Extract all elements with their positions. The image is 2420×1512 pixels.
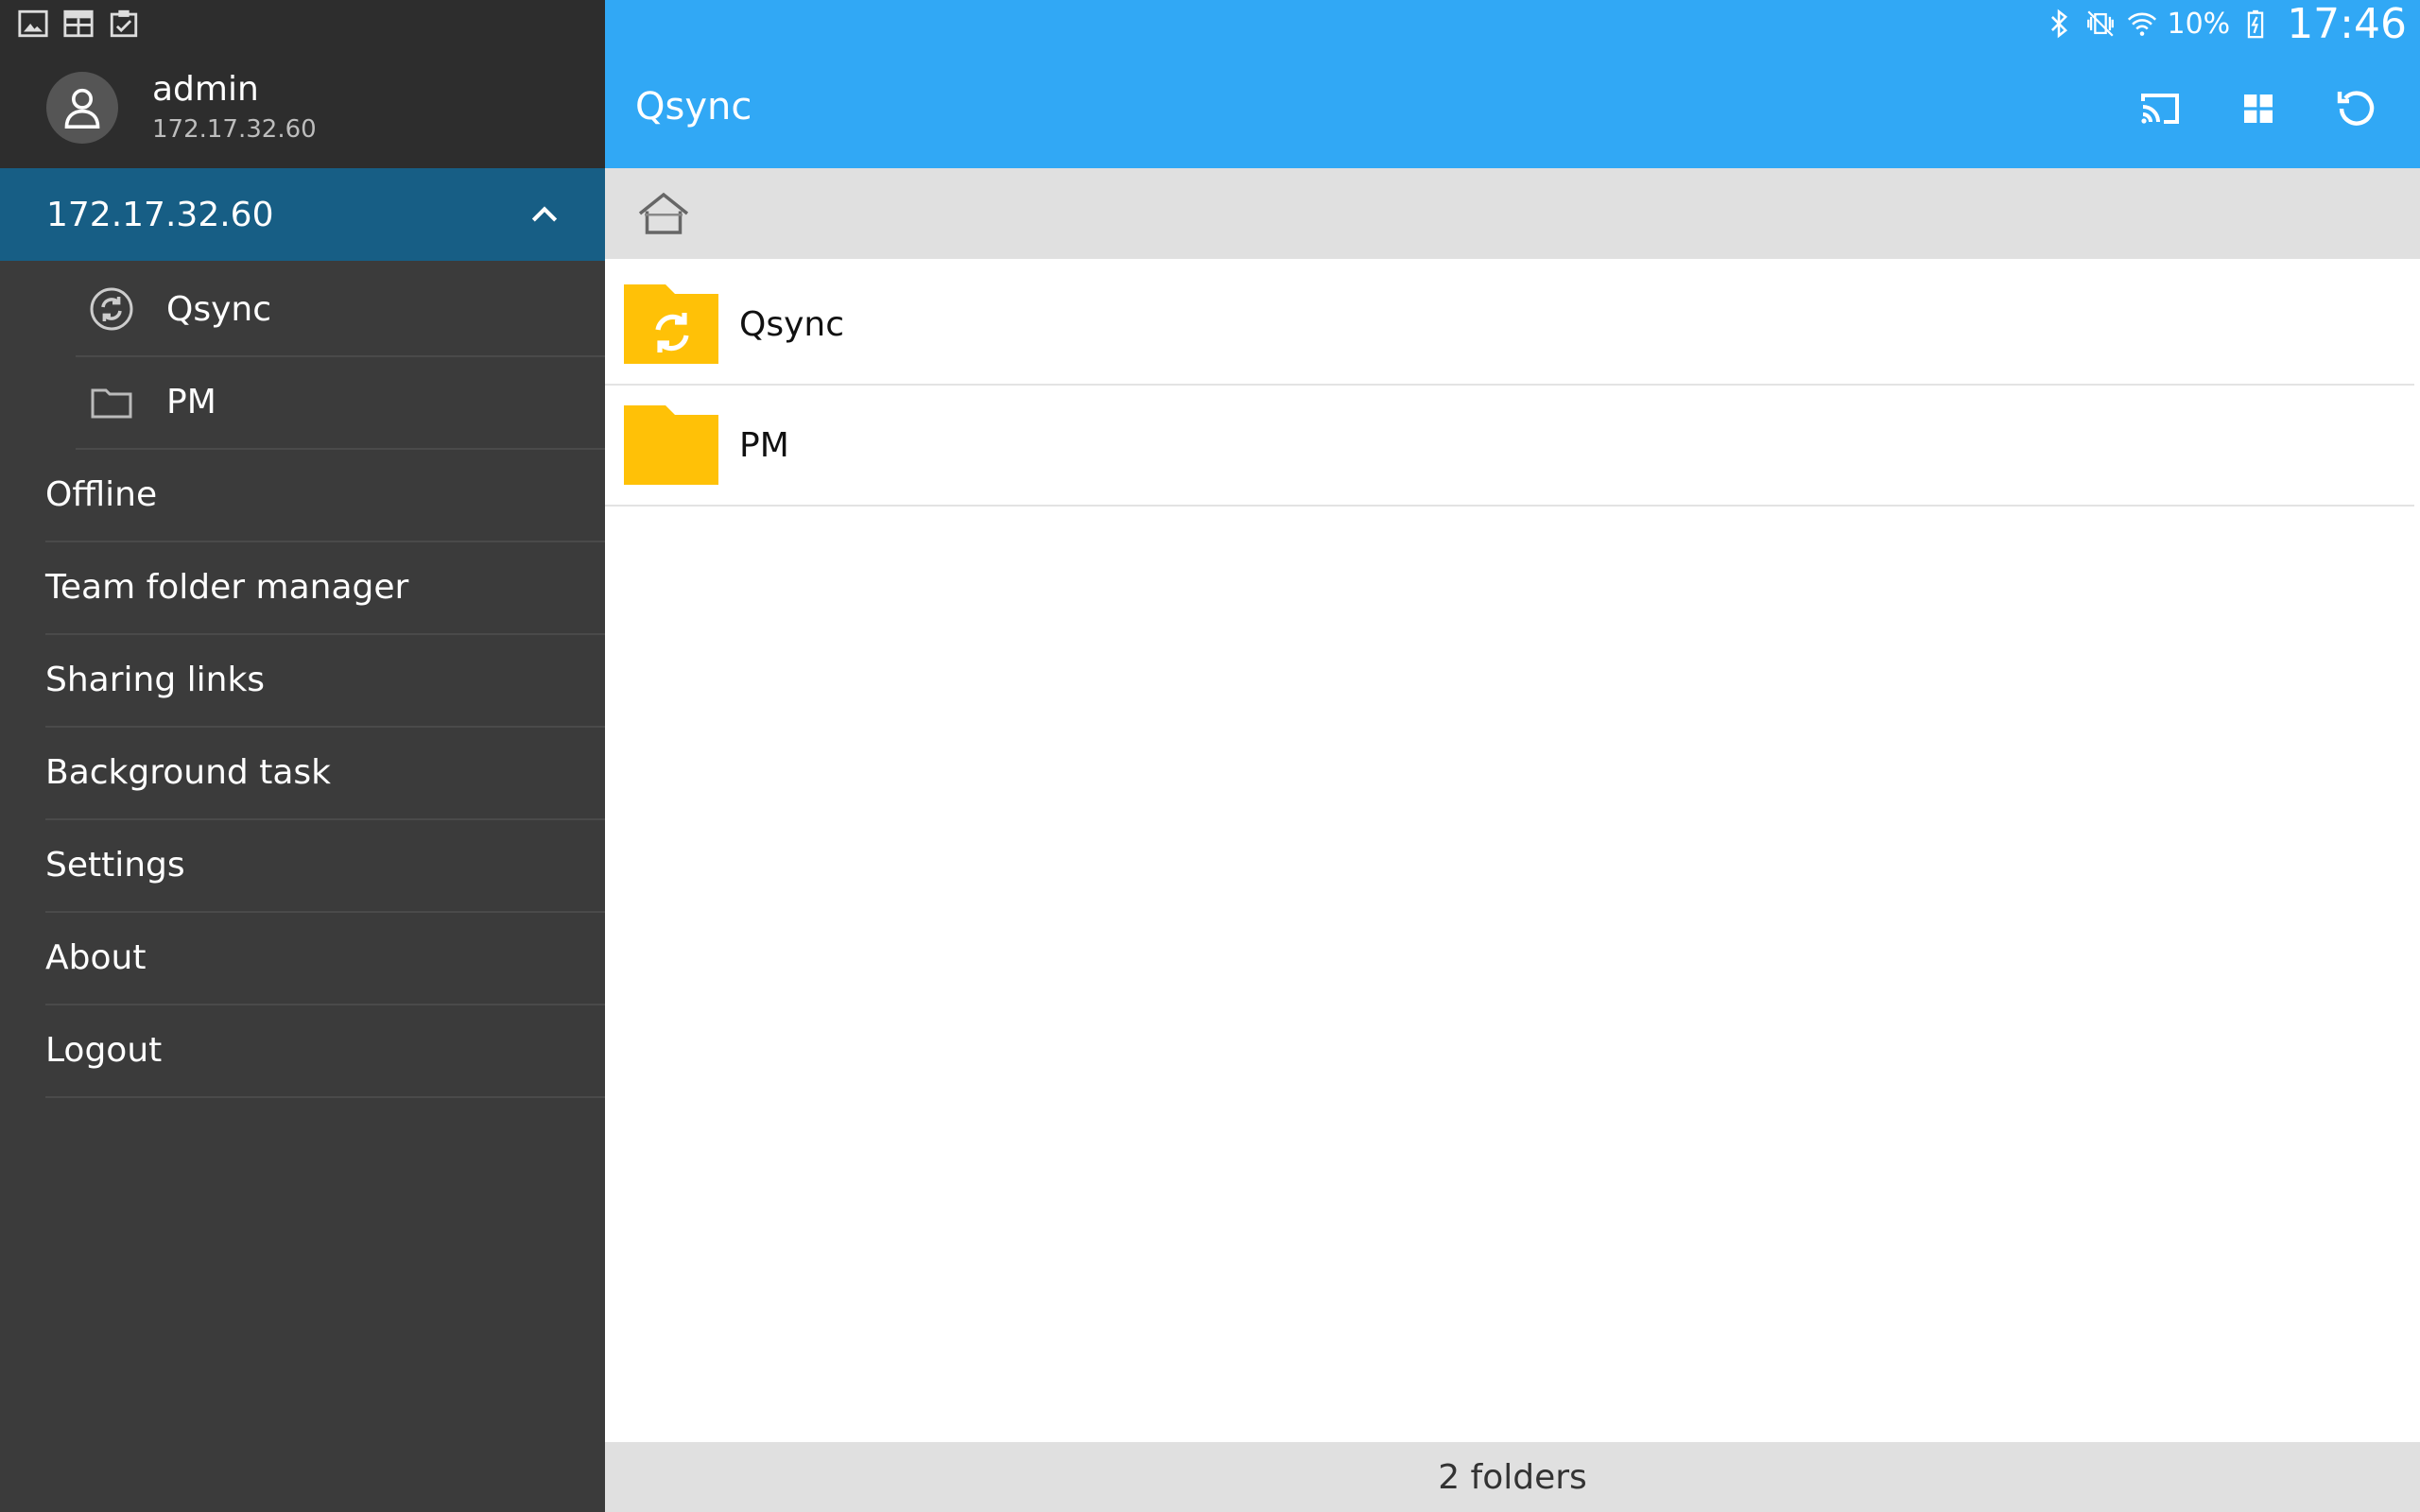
main-content: 10% 17:46 Qsync Qsync PM 2 folders [605, 0, 2420, 1512]
status-bar: 10% 17:46 [2043, 0, 2407, 48]
user-host: 172.17.32.60 [152, 115, 317, 144]
wifi-icon [2127, 12, 2156, 36]
folder-count-footer: 2 folders [605, 1442, 2420, 1512]
page-title: Qsync [635, 85, 752, 129]
menu-item-background-task[interactable]: Background task [45, 726, 605, 820]
calendar-icon [63, 9, 94, 38]
drawer-header: admin 172.17.32.60 [0, 0, 605, 168]
bluetooth-icon [2050, 9, 2067, 39]
app-actions [2135, 83, 2382, 134]
menu-item-team-folder-manager[interactable]: Team folder manager [45, 541, 605, 635]
breadcrumb [605, 168, 2420, 259]
folder-outline-icon [91, 388, 132, 419]
battery-charging-icon [2247, 9, 2264, 39]
sidebar-item-pm[interactable]: PM [76, 355, 605, 450]
folder-icon [624, 405, 718, 485]
menu-item-about[interactable]: About [45, 911, 605, 1005]
clipboard-check-icon [110, 9, 138, 38]
server-label: 172.17.32.60 [46, 195, 274, 234]
cast-button[interactable] [2135, 83, 2186, 134]
home-icon[interactable] [635, 185, 692, 242]
file-row-qsync[interactable]: Qsync [605, 265, 2414, 386]
grid-icon [2244, 94, 2273, 123]
user-name: admin [152, 70, 259, 109]
sidebar-item-qsync[interactable]: Qsync [76, 263, 605, 357]
navigation-drawer: admin 172.17.32.60 172.17.32.60 Qsync PM… [0, 0, 605, 1512]
file-name: PM [739, 425, 789, 465]
app-bar: 10% 17:46 Qsync [605, 0, 2420, 168]
cast-icon [2141, 94, 2179, 124]
refresh-button[interactable] [2331, 83, 2382, 134]
sidebar-item-label: PM [166, 382, 216, 421]
gallery-icon [18, 9, 48, 38]
file-row-pm[interactable]: PM [605, 386, 2414, 507]
menu-item-offline[interactable]: Offline [45, 448, 605, 542]
vibrate-mute-icon [2086, 10, 2114, 37]
chevron-up-icon[interactable] [526, 197, 563, 234]
grid-view-button[interactable] [2233, 83, 2284, 134]
file-name: Qsync [739, 304, 845, 344]
avatar[interactable] [46, 72, 118, 144]
refresh-icon [2337, 91, 2375, 126]
clock: 17:46 [2287, 0, 2407, 48]
menu-item-logout[interactable]: Logout [45, 1004, 605, 1098]
user-icon [64, 88, 100, 129]
menu-item-settings[interactable]: Settings [45, 818, 605, 913]
sync-folder-icon [624, 284, 718, 364]
server-item-selected[interactable]: 172.17.32.60 [0, 168, 605, 261]
notification-icons [17, 8, 140, 40]
sync-icon [90, 287, 133, 331]
menu-item-sharing-links[interactable]: Sharing links [45, 633, 605, 728]
sidebar-item-label: Qsync [166, 289, 272, 329]
battery-percent: 10% [2167, 7, 2231, 41]
